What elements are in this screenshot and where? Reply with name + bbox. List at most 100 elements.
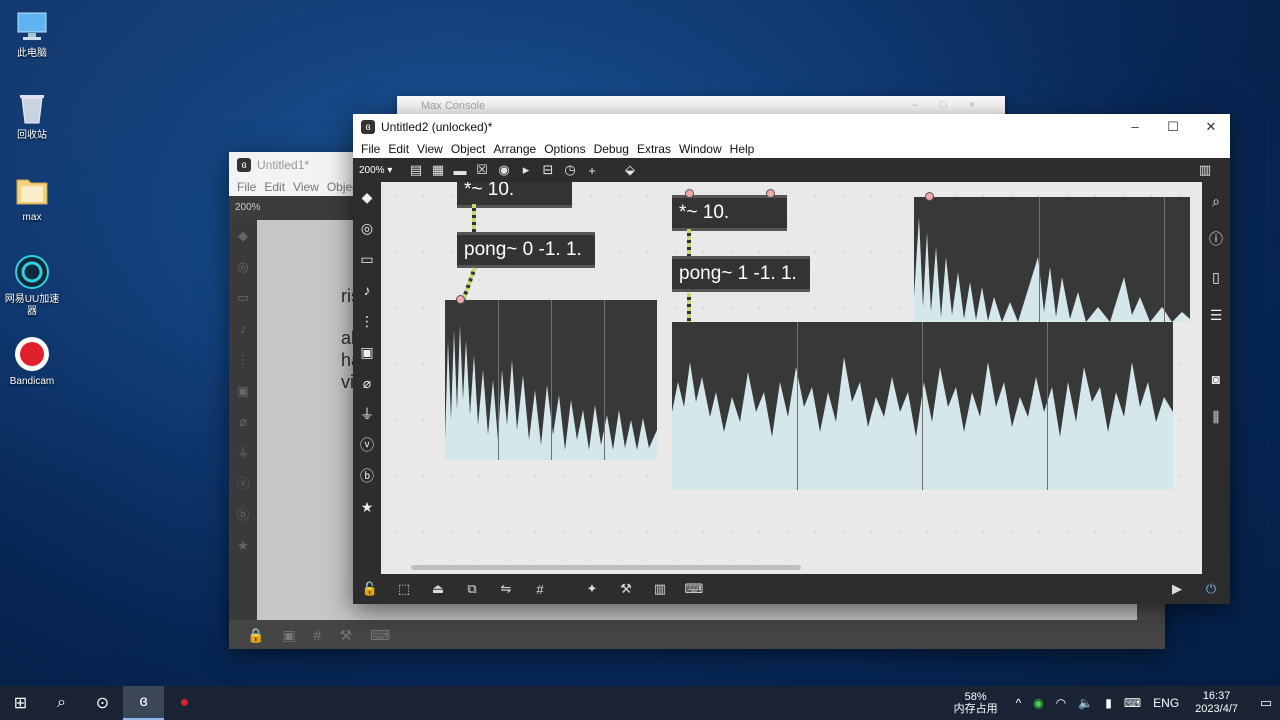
grid-icon[interactable]: # — [525, 582, 555, 597]
desktop-icon-recycle-bin[interactable]: 回收站 — [4, 90, 60, 142]
wifi-icon[interactable]: ◠ — [1056, 696, 1066, 710]
paint-bucket-icon[interactable]: ⬙ — [619, 162, 641, 178]
desktop-icon-this-pc[interactable]: 此电脑 — [4, 8, 60, 60]
desktop-icon-uu-accelerator[interactable]: 网易UU加速器 — [4, 254, 60, 318]
target-icon[interactable]: ◎ — [229, 251, 257, 282]
plug-icon[interactable]: ⏚ — [353, 399, 381, 430]
toggle-icon[interactable]: ☒ — [471, 162, 493, 178]
menu-arrange[interactable]: Arrange — [490, 142, 541, 156]
patchcord[interactable] — [687, 229, 691, 259]
wrench-icon[interactable]: ⚒ — [339, 627, 352, 644]
close-button[interactable]: ✕ — [1192, 119, 1230, 135]
keyboard-icon[interactable]: ⌨ — [370, 627, 390, 644]
menu-edit[interactable]: Edit — [384, 142, 413, 156]
scope-a[interactable] — [445, 300, 657, 460]
inlet[interactable] — [925, 192, 934, 201]
mic-icon[interactable]: ▮ — [1105, 696, 1112, 710]
keyboard-icon[interactable]: ⌨ — [679, 581, 709, 597]
menu-file[interactable]: File — [357, 142, 384, 156]
cube-icon[interactable]: ◆ — [353, 182, 381, 213]
image-icon[interactable]: ▣ — [353, 337, 381, 368]
list-icon[interactable]: ☰ — [1202, 296, 1230, 334]
desktop-icon-bandicam[interactable]: Bandicam — [4, 336, 60, 388]
wrench-icon[interactable]: ⚒ — [611, 581, 641, 597]
notification-icon[interactable]: ▭ — [1252, 695, 1280, 711]
menu-window[interactable]: Window — [675, 142, 726, 156]
grid-icon[interactable]: # — [314, 627, 322, 643]
v-icon[interactable]: ⓥ — [353, 430, 381, 461]
play-icon[interactable]: ▶ — [1162, 581, 1192, 597]
magic-icon[interactable]: ✦ — [577, 581, 607, 597]
search-icon[interactable]: ⌕ — [1202, 182, 1230, 220]
object-pong-b[interactable]: pong~ 1 -1. 1. — [672, 256, 810, 292]
cube-icon[interactable]: ◆ — [229, 220, 257, 251]
comment-icon[interactable]: ▬ — [449, 163, 471, 178]
menu-edit[interactable]: Edit — [260, 180, 289, 194]
clock[interactable]: 16:37 2023/4/7 — [1195, 690, 1238, 716]
add-icon[interactable]: + — [581, 163, 603, 178]
object-mul-b[interactable]: *~ 10. — [672, 195, 787, 231]
layers-icon[interactable]: ⧉ — [457, 581, 487, 597]
note-icon[interactable]: ♪ — [353, 275, 381, 306]
v-icon[interactable]: ⓥ — [229, 468, 257, 499]
info-icon[interactable]: ⓘ — [1202, 220, 1230, 258]
steam-icon[interactable]: ⊙ — [82, 686, 123, 720]
desktop-icon-max-folder[interactable]: max — [4, 172, 60, 224]
piano-icon[interactable]: ▥ — [645, 581, 675, 597]
titlebar[interactable]: ɞ Untitled2 (unlocked)* – ☐ ✕ — [353, 114, 1230, 140]
chevron-up-icon[interactable]: ^ — [1016, 696, 1022, 710]
menu-extras[interactable]: Extras — [633, 142, 675, 156]
newobj-icon[interactable]: ▤ — [405, 162, 427, 178]
presentation-icon[interactable]: ⏏ — [423, 581, 453, 597]
list-view-icon[interactable]: ▥ — [1194, 162, 1216, 178]
menu-file[interactable]: File — [233, 180, 260, 194]
book-icon[interactable]: ▯ — [1202, 258, 1230, 296]
power-icon[interactable]: ⏻ — [1196, 581, 1226, 597]
sequence-icon[interactable]: ⋮ — [229, 344, 257, 375]
slider-icon[interactable]: ⊟ — [537, 162, 559, 178]
dial-icon[interactable]: ◷ — [559, 162, 581, 178]
language-indicator[interactable]: ENG — [1153, 696, 1179, 710]
star-icon[interactable]: ★ — [353, 492, 381, 523]
lock-icon[interactable]: 🔒 — [247, 627, 264, 644]
inlet[interactable] — [456, 295, 465, 304]
menu-debug[interactable]: Debug — [590, 142, 633, 156]
bandicam-taskbar-icon[interactable]: ● — [164, 686, 205, 720]
inlet[interactable] — [766, 189, 775, 198]
minimize-button[interactable]: – — [1116, 119, 1154, 135]
panel-icon[interactable]: ▭ — [229, 282, 257, 313]
zoom-select[interactable]: 200% — [235, 202, 261, 213]
speaker-icon[interactable]: 🔈 — [1078, 696, 1093, 710]
patcher-canvas[interactable]: *~ 10. pong~ 0 -1. 1. *~ 10. pong~ 1 -1.… — [381, 182, 1202, 574]
message-icon[interactable]: ▦ — [427, 162, 449, 178]
menu-options[interactable]: Options — [540, 142, 589, 156]
number-icon[interactable]: ▸ — [515, 162, 537, 178]
menu-view[interactable]: View — [289, 180, 323, 194]
window-controls[interactable]: –□× — [912, 99, 997, 111]
keyboard-icon[interactable]: ⌨ — [1124, 696, 1141, 710]
button-icon[interactable]: ◉ — [493, 162, 515, 178]
menu-help[interactable]: Help — [726, 142, 759, 156]
scope-c[interactable] — [914, 197, 1190, 322]
start-button[interactable]: ⊞ — [0, 686, 41, 720]
target-icon[interactable]: ◎ — [353, 213, 381, 244]
zoom-select[interactable]: 200% ▾ — [359, 165, 405, 176]
mixer-icon[interactable]: ⫼ — [1202, 398, 1230, 436]
patchcord[interactable] — [472, 204, 476, 232]
select-icon[interactable]: ⬚ — [389, 581, 419, 597]
presentation-icon[interactable]: ▣ — [282, 627, 295, 644]
scope-b[interactable] — [672, 322, 1173, 490]
b-icon[interactable]: ⓑ — [229, 499, 257, 530]
object-pong-a[interactable]: pong~ 0 -1. 1. — [457, 232, 595, 268]
inlet[interactable] — [685, 189, 694, 198]
camera-icon[interactable]: ◙ — [1202, 360, 1230, 398]
clip-icon[interactable]: ⌀ — [229, 406, 257, 437]
mute-icon[interactable]: ⇋ — [491, 581, 521, 597]
horizontal-scrollbar[interactable] — [411, 565, 801, 570]
untitled2-window[interactable]: ɞ Untitled2 (unlocked)* – ☐ ✕ File Edit … — [353, 114, 1230, 604]
sequence-icon[interactable]: ⋮ — [353, 306, 381, 337]
plug-icon[interactable]: ⏚ — [229, 437, 257, 468]
note-icon[interactable]: ♪ — [229, 313, 257, 344]
clip-icon[interactable]: ⌀ — [353, 368, 381, 399]
max-taskbar-icon[interactable]: ɞ — [123, 686, 164, 720]
